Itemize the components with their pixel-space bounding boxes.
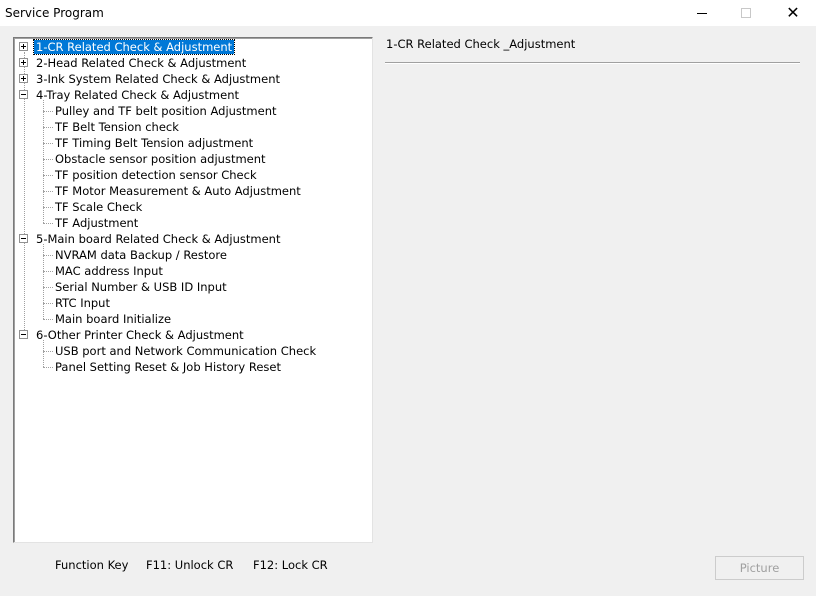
function-key-label: Function Key bbox=[55, 558, 129, 572]
tree-group-label: 4-Tray Related Check & Adjustment bbox=[36, 88, 239, 102]
tree-connector bbox=[43, 351, 53, 352]
tree-group-item[interactable]: 4-Tray Related Check & Adjustment bbox=[34, 87, 241, 103]
f12-hint: F12: Lock CR bbox=[253, 558, 328, 572]
window-title: Service Program bbox=[5, 6, 104, 20]
tree-child-label: MAC address Input bbox=[55, 264, 163, 278]
tree-child-label: Main board Initialize bbox=[55, 312, 172, 326]
tree-connector bbox=[43, 244, 44, 319]
tree-connector bbox=[43, 175, 53, 176]
tree-connector bbox=[43, 191, 53, 192]
maximize-icon bbox=[741, 8, 751, 18]
expand-icon[interactable] bbox=[19, 58, 28, 67]
f11-hint: F11: Unlock CR bbox=[146, 558, 234, 572]
tree-child-item[interactable]: TF Scale Check bbox=[53, 199, 144, 215]
function-tree[interactable]: 1-CR Related Check & Adjustment 2-Head Re… bbox=[13, 37, 373, 543]
tree-child-label: TF Timing Belt Tension adjustment bbox=[55, 136, 254, 150]
tree-connector bbox=[43, 111, 53, 112]
tree-child-item[interactable]: Obstacle sensor position adjustment bbox=[53, 151, 268, 167]
tree-group-item[interactable]: 6-Other Printer Check & Adjustment bbox=[34, 327, 246, 343]
picture-button: Picture bbox=[715, 556, 804, 580]
tree-group-item[interactable]: 1-CR Related Check & Adjustment bbox=[32, 39, 236, 55]
tree-connector bbox=[43, 367, 53, 368]
tree-child-label: TF Belt Tension check bbox=[55, 120, 179, 134]
tree-connector bbox=[43, 255, 53, 256]
close-icon: ✕ bbox=[786, 3, 800, 22]
tree-group-item[interactable]: 3-Ink System Related Check & Adjustment bbox=[34, 71, 282, 87]
tree-child-item[interactable]: TF Timing Belt Tension adjustment bbox=[53, 135, 255, 151]
tree-child-label: TF Adjustment bbox=[55, 216, 139, 230]
minimize-icon bbox=[697, 12, 707, 14]
tree-child-item[interactable]: TF Belt Tension check bbox=[53, 119, 181, 135]
minimize-button[interactable] bbox=[679, 0, 725, 26]
tree-connector bbox=[43, 223, 53, 224]
tree-connector bbox=[43, 303, 53, 304]
detail-title: 1-CR Related Check _Adjustment bbox=[386, 37, 576, 51]
maximize-button bbox=[723, 0, 769, 26]
tree-child-item[interactable]: TF Adjustment bbox=[53, 215, 140, 231]
tree-child-label: Serial Number & USB ID Input bbox=[55, 280, 227, 294]
tree-child-label: Pulley and TF belt position Adjustment bbox=[55, 104, 277, 118]
title-bar: Service Program ✕ bbox=[0, 0, 816, 26]
tree-child-item[interactable]: TF position detection sensor Check bbox=[53, 167, 259, 183]
tree-group-label: 5-Main board Related Check & Adjustment bbox=[36, 232, 281, 246]
expand-icon[interactable] bbox=[19, 42, 28, 51]
tree-group-label: 1-CR Related Check & Adjustment bbox=[32, 39, 236, 55]
tree-child-label: TF position detection sensor Check bbox=[55, 168, 257, 182]
tree-group-label: 6-Other Printer Check & Adjustment bbox=[36, 328, 244, 342]
tree-connector bbox=[43, 100, 44, 223]
tree-connector bbox=[43, 207, 53, 208]
tree-child-item[interactable]: TF Motor Measurement & Auto Adjustment bbox=[53, 183, 303, 199]
tree-group-label: 2-Head Related Check & Adjustment bbox=[36, 56, 247, 70]
tree-child-label: USB port and Network Communication Check bbox=[55, 344, 317, 358]
tree-connector bbox=[43, 127, 53, 128]
collapse-icon[interactable] bbox=[19, 330, 28, 339]
tree-child-label: Panel Setting Reset & Job History Reset bbox=[55, 360, 281, 374]
tree-connector bbox=[43, 271, 53, 272]
tree-child-item[interactable]: RTC Input bbox=[53, 295, 112, 311]
tree-connector bbox=[43, 319, 53, 320]
collapse-icon[interactable] bbox=[19, 90, 28, 99]
tree-child-item[interactable]: NVRAM data Backup / Restore bbox=[53, 247, 229, 263]
detail-separator bbox=[385, 62, 800, 64]
tree-child-label: RTC Input bbox=[55, 296, 110, 310]
tree-child-item[interactable]: Pulley and TF belt position Adjustment bbox=[53, 103, 279, 119]
tree-connector bbox=[43, 340, 44, 367]
tree-child-label: Obstacle sensor position adjustment bbox=[55, 152, 266, 166]
tree-group-item[interactable]: 5-Main board Related Check & Adjustment bbox=[34, 231, 282, 247]
close-button[interactable]: ✕ bbox=[770, 0, 816, 26]
tree-child-item[interactable]: MAC address Input bbox=[53, 263, 165, 279]
expand-icon[interactable] bbox=[19, 74, 28, 83]
tree-group-item[interactable]: 2-Head Related Check & Adjustment bbox=[34, 55, 248, 71]
tree-child-item[interactable]: USB port and Network Communication Check bbox=[53, 343, 318, 359]
tree-child-label: TF Scale Check bbox=[55, 200, 143, 214]
tree-connector bbox=[43, 143, 53, 144]
tree-connector bbox=[43, 287, 53, 288]
tree-child-item[interactable]: Serial Number & USB ID Input bbox=[53, 279, 229, 295]
tree-group-label: 3-Ink System Related Check & Adjustment bbox=[36, 72, 281, 86]
tree-child-label: TF Motor Measurement & Auto Adjustment bbox=[55, 184, 301, 198]
collapse-icon[interactable] bbox=[19, 234, 28, 243]
tree-child-item[interactable]: Panel Setting Reset & Job History Reset bbox=[53, 359, 283, 375]
tree-connector bbox=[43, 159, 53, 160]
tree-child-label: NVRAM data Backup / Restore bbox=[55, 248, 227, 262]
tree-child-item[interactable]: Main board Initialize bbox=[53, 311, 173, 327]
